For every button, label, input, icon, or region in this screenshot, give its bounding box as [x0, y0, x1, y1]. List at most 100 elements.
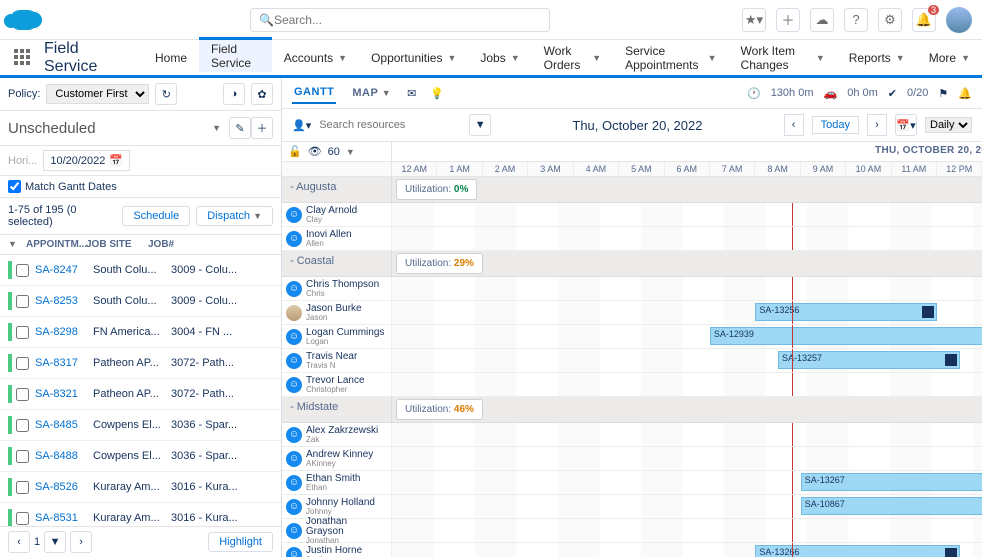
list-item[interactable]: SA-8321Patheon AP...3072- Path...	[0, 379, 281, 410]
row-checkbox[interactable]	[16, 481, 29, 494]
resource-row[interactable]: ☺Alex ZakrzewskiZak	[282, 423, 982, 447]
resource-row[interactable]: ☺Andrew KinneyAKinney	[282, 447, 982, 471]
tab-gantt[interactable]: GANTT	[292, 82, 336, 104]
row-checkbox[interactable]	[16, 326, 29, 339]
next-day[interactable]: ›	[867, 114, 887, 136]
gantt-appointment[interactable]: SA-13266	[755, 545, 959, 557]
resource-row[interactable]: ☺Trevor LanceChristopher	[282, 373, 982, 397]
today-button[interactable]: Today	[812, 116, 859, 134]
appointment-id[interactable]: SA-8247	[35, 264, 93, 276]
global-search[interactable]: 🔍	[250, 8, 550, 32]
gantt-appointment[interactable]: SA-13257	[778, 351, 960, 369]
alert-icon[interactable]: 🔔	[958, 87, 972, 100]
prev-page[interactable]: ‹	[8, 531, 30, 553]
nav-field-service[interactable]: Field Service	[199, 37, 272, 72]
row-checkbox[interactable]	[16, 388, 29, 401]
chevron-down-icon[interactable]: ▼	[8, 239, 17, 249]
plus-icon[interactable]: ＋	[776, 8, 800, 32]
appointment-id[interactable]: SA-8485	[35, 419, 93, 431]
nav-accounts[interactable]: Accounts▼	[272, 40, 359, 75]
nav-work-item-changes[interactable]: Work Item Changes▼	[729, 40, 837, 75]
resource-row[interactable]: ☺Chris ThompsonChris	[282, 277, 982, 301]
page-dropdown[interactable]: ▼	[44, 531, 66, 553]
next-page[interactable]: ›	[70, 531, 92, 553]
cloud-icon[interactable]: ☁	[810, 8, 834, 32]
gantt-appointment[interactable]: SA-13256	[755, 303, 937, 321]
list-item[interactable]: SA-8526Kuraray Am...3016 - Kura...	[0, 472, 281, 503]
appointment-id[interactable]: SA-8253	[35, 295, 93, 307]
resource-row[interactable]: ☺Inovi AllenAllen	[282, 227, 982, 251]
nav-reports[interactable]: Reports▼	[837, 40, 917, 75]
edit-button[interactable]: ✎	[229, 117, 251, 139]
row-checkbox[interactable]	[16, 450, 29, 463]
bulb-icon[interactable]: 💡	[430, 87, 444, 100]
appointment-id[interactable]: SA-8298	[35, 326, 93, 338]
prev-day[interactable]: ‹	[784, 114, 804, 136]
resource-row[interactable]: ☺Travis NearTravis NSA-13257	[282, 349, 982, 373]
list-item[interactable]: SA-8531Kuraray Am...3016 - Kura...	[0, 503, 281, 526]
appointment-id[interactable]: SA-8321	[35, 388, 93, 400]
tab-map[interactable]: MAP ▼	[350, 83, 393, 103]
resource-row[interactable]: ☺Ethan SmithEthanSA-13267SA-13269	[282, 471, 982, 495]
appointment-id[interactable]: SA-8531	[35, 512, 93, 524]
row-checkbox[interactable]	[16, 264, 29, 277]
settings-button[interactable]: ✿	[251, 83, 273, 105]
territory-header[interactable]: - AugustaUtilization: 0%America/Panama -…	[282, 177, 982, 203]
col-job[interactable]: JOB#	[148, 239, 273, 250]
territory-header[interactable]: - MidstateUtilization: 46%America/Panama…	[282, 397, 982, 423]
territory-header[interactable]: - CoastalUtilization: 29%America/Panama …	[282, 251, 982, 277]
row-checkbox[interactable]	[16, 357, 29, 370]
col-jobsite[interactable]: JOB SITE	[86, 239, 148, 250]
nav-service-appointments[interactable]: Service Appointments▼	[613, 40, 728, 75]
calendar-button[interactable]: 📅▾	[895, 114, 917, 136]
horizon-date[interactable]: 10/20/2022 📅	[43, 150, 130, 171]
nav-jobs[interactable]: Jobs▼	[468, 40, 531, 75]
search-resources[interactable]	[319, 119, 461, 131]
filter-button[interactable]: ▼	[469, 114, 491, 136]
zoom-dropdown[interactable]: ▼	[346, 147, 355, 157]
list-item[interactable]: SA-8485Cowpens El...3036 - Spar...	[0, 410, 281, 441]
flag-icon[interactable]: ⚑	[938, 87, 948, 100]
resource-row[interactable]: ☺Clay ArnoldClay	[282, 203, 982, 227]
resource-row[interactable]: ☺Justin HorneJustinSA-13266SA-13268	[282, 543, 982, 557]
list-item[interactable]: SA-8247South Colu...3009 - Colu...	[0, 255, 281, 286]
chevron-down-icon[interactable]: ▼	[212, 123, 221, 133]
star-icon[interactable]: ★▾	[742, 8, 766, 32]
help-icon[interactable]: ?	[844, 8, 868, 32]
timescale-select[interactable]: Daily	[925, 117, 972, 133]
schedule-button[interactable]: Schedule	[122, 206, 190, 226]
resource-row[interactable]: ☺Johnny HollandJohnnySA-10867	[282, 495, 982, 519]
add-button[interactable]: ＋	[251, 117, 273, 139]
mail-icon[interactable]: ✉	[407, 87, 416, 100]
gear-icon[interactable]: ⚙	[878, 8, 902, 32]
row-checkbox[interactable]	[16, 295, 29, 308]
resource-row[interactable]: ☺Jonathan GraysonJonathan	[282, 519, 982, 543]
bell-icon[interactable]: 🔔3	[912, 8, 936, 32]
resource-row[interactable]: ☺Logan CummingsLoganSA-12939	[282, 325, 982, 349]
gantt-appointment[interactable]: SA-10867	[801, 497, 982, 515]
lock-icon[interactable]: 🔓	[288, 145, 302, 158]
refresh-button[interactable]: ↻	[155, 83, 177, 105]
location-button[interactable]: ◑	[223, 83, 245, 105]
policy-select[interactable]: Customer First	[46, 84, 149, 104]
list-item[interactable]: SA-8488Cowpens El...3036 - Spar...	[0, 441, 281, 472]
appointment-id[interactable]: SA-8317	[35, 357, 93, 369]
nav-home[interactable]: Home	[143, 40, 199, 75]
resource-row[interactable]: Jason BurkeJasonSA-13256	[282, 301, 982, 325]
search-input[interactable]	[274, 13, 541, 27]
col-appointment[interactable]: APPOINTM...	[26, 239, 86, 250]
nav-more[interactable]: More▼	[917, 40, 982, 75]
gantt-appointment[interactable]: SA-13267	[801, 473, 982, 491]
nav-opportunities[interactable]: Opportunities▼	[359, 40, 468, 75]
app-launcher-icon[interactable]	[14, 49, 30, 67]
match-gantt-checkbox[interactable]	[8, 180, 21, 193]
row-checkbox[interactable]	[16, 419, 29, 432]
list-item[interactable]: SA-8317Patheon AP...3072- Path...	[0, 348, 281, 379]
appointment-id[interactable]: SA-8488	[35, 450, 93, 462]
nav-work-orders[interactable]: Work Orders▼	[532, 40, 613, 75]
dispatch-button[interactable]: Dispatch ▼	[196, 206, 273, 226]
list-item[interactable]: SA-8253South Colu...3009 - Colu...	[0, 286, 281, 317]
gantt-appointment[interactable]: SA-12939	[710, 327, 982, 345]
avatar[interactable]	[946, 7, 972, 33]
highlight-button[interactable]: Highlight	[208, 532, 273, 552]
